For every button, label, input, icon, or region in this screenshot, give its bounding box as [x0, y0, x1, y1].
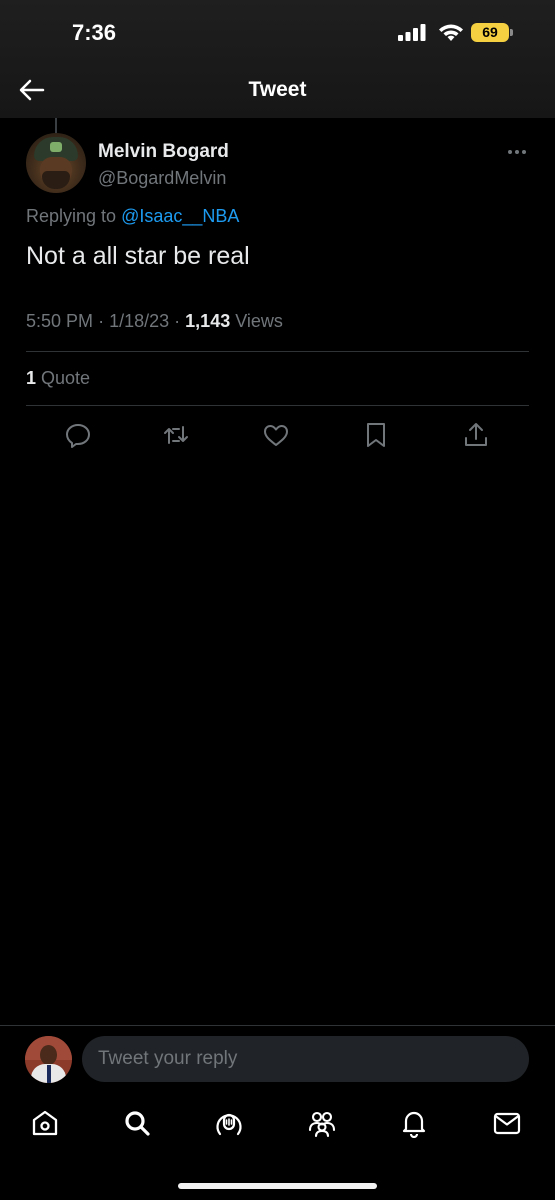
tweet-date: 1/18/23	[109, 311, 170, 331]
communities-icon[interactable]	[307, 1108, 337, 1138]
reply-icon[interactable]	[64, 421, 92, 449]
wifi-icon	[438, 23, 464, 43]
quotes-link[interactable]: 1 Quote	[26, 368, 90, 389]
meta-separator: ·	[174, 311, 181, 331]
battery-tip	[510, 29, 513, 36]
views-count: 1,143	[185, 311, 231, 331]
quote-label: Quote	[41, 368, 91, 388]
retweet-icon[interactable]	[162, 421, 190, 449]
display-name[interactable]: Melvin Bogard	[98, 141, 229, 163]
username[interactable]: @BogardMelvin	[98, 168, 226, 189]
quote-count: 1	[26, 368, 37, 388]
home-indicator	[178, 1183, 377, 1189]
notifications-icon[interactable]	[399, 1108, 429, 1138]
divider	[26, 405, 529, 406]
spaces-icon[interactable]	[214, 1108, 244, 1138]
tweet-time: 5:50 PM	[26, 311, 94, 331]
thread-line	[55, 118, 57, 134]
tweet-text: Not a all star be real	[26, 242, 250, 270]
signal-icon	[398, 24, 428, 42]
status-time: 7:36	[72, 20, 117, 45]
divider	[26, 351, 529, 352]
views-label: Views	[235, 311, 283, 331]
share-icon[interactable]	[462, 421, 490, 449]
messages-icon[interactable]	[492, 1108, 522, 1138]
search-icon[interactable]	[122, 1108, 152, 1138]
more-horizontal-icon[interactable]	[505, 142, 529, 162]
divider	[0, 1025, 555, 1026]
like-icon[interactable]	[262, 421, 290, 449]
reply-input[interactable]: Tweet your reply	[82, 1036, 529, 1082]
bookmark-icon[interactable]	[362, 421, 390, 449]
meta-separator: ·	[98, 311, 105, 331]
home-icon[interactable]	[30, 1108, 60, 1138]
page-title: Tweet	[248, 78, 307, 101]
replying-to: Replying to @Isaac__NBA	[26, 206, 239, 227]
user-avatar[interactable]	[25, 1036, 72, 1083]
mention-link[interactable]: @Isaac__NBA	[121, 206, 239, 226]
battery-icon: 69	[471, 23, 509, 42]
replying-prefix: Replying to	[26, 206, 117, 226]
avatar[interactable]	[26, 133, 86, 193]
tweet-meta: 5:50 PM · 1/18/23 · 1,143 Views	[26, 311, 283, 332]
